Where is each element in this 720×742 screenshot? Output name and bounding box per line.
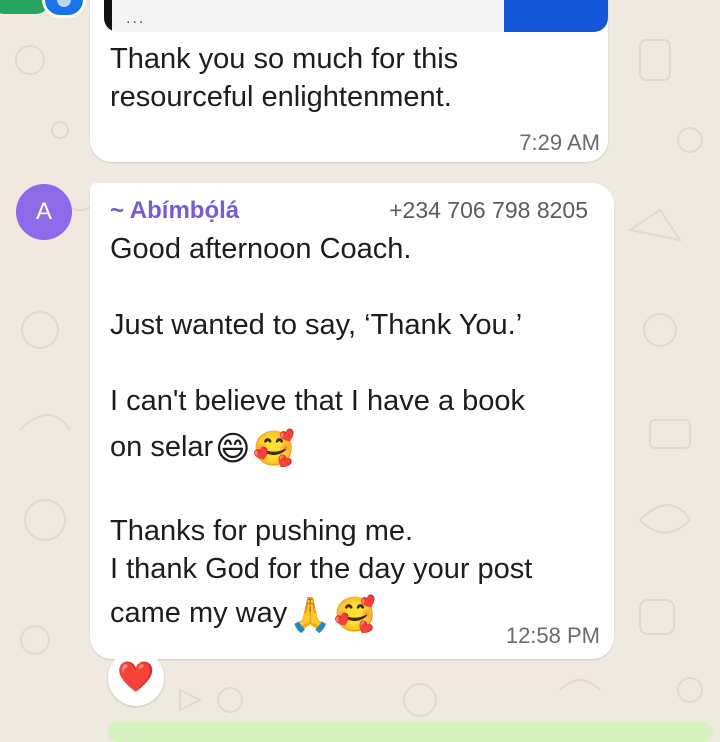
message-line: Thanks for pushing me.: [110, 515, 414, 547]
sender-name[interactable]: ~ Abímbọ́lá: [110, 197, 239, 225]
quoted-message[interactable]: ...: [104, 0, 608, 32]
pray-emoji-icon: 🙏: [289, 596, 332, 634]
sender-phone[interactable]: +234 706 798 8205: [389, 197, 588, 224]
message-line-with-emoji: on selar😄🥰: [110, 431, 295, 466]
attachment-chip: [0, 0, 100, 18]
smiling-hearts-emoji-icon: 🥰: [252, 430, 295, 468]
message-bubble-2[interactable]: ~ Abímbọ́lá +234 706 798 8205 Good after…: [90, 183, 614, 659]
message-2-time: 12:58 PM: [505, 623, 600, 648]
message-line-with-emoji: came my way🙏🥰: [110, 597, 376, 632]
grin-emoji-icon: 😄: [215, 430, 251, 468]
message-1-text: Thank you so much for this resourceful e…: [110, 43, 459, 113]
quoted-message-preview: ...: [126, 10, 146, 27]
message-line: I thank God for the day your post: [110, 553, 533, 585]
message-line: I can't believe that I have a book: [110, 385, 526, 417]
next-message-bubble-edge: [108, 722, 713, 742]
message-line: came my way: [110, 597, 288, 629]
message-line: Good afternoon Coach.: [110, 233, 412, 265]
quoted-thumbnail: [504, 0, 608, 32]
sender-avatar[interactable]: A: [16, 184, 72, 240]
message-bubble-1[interactable]: ... Thank you so much for this resourcef…: [90, 0, 608, 162]
heart-reaction-icon[interactable]: ❤️: [108, 650, 164, 706]
blue-chip-icon: [42, 0, 86, 18]
message-line: Just wanted to say, ‘Thank You.’: [110, 309, 523, 341]
message-line: on selar: [110, 431, 214, 463]
quote-bar: [104, 0, 112, 32]
message-1-time: 7:29 AM: [519, 130, 600, 155]
smiling-hearts-emoji-icon: 🥰: [333, 596, 376, 634]
